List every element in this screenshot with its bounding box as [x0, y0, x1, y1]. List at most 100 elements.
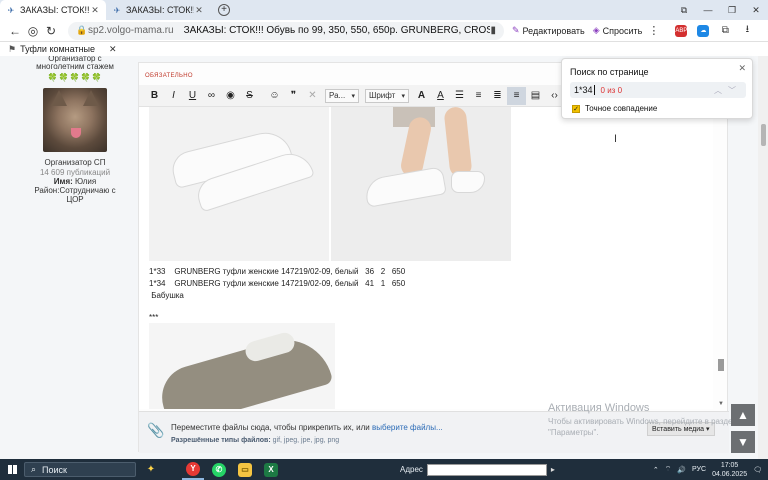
find-title: Поиск по странице [570, 67, 649, 77]
yandex-home-icon[interactable]: ◎ [24, 24, 42, 38]
adblock-extension-icon[interactable]: ABP [675, 24, 687, 37]
collections-icon[interactable]: ⧉ [719, 25, 731, 37]
notification-icon[interactable]: 🗨 [753, 466, 762, 474]
close-icon[interactable]: ✕ [738, 63, 746, 74]
clock[interactable]: 17:05 04.06.2025 [712, 461, 747, 479]
clear-format-icon[interactable]: ✕ [303, 87, 322, 105]
edit-label: Редактировать [522, 25, 585, 36]
tray-arrow-icon[interactable]: ⌃ [653, 466, 659, 474]
widgets-icon[interactable]: ✦ [140, 459, 162, 480]
editor-scrollbar[interactable]: ▲ ▼ [717, 107, 725, 409]
maximize-icon[interactable]: ❐ [720, 5, 744, 16]
separator-text: *** [149, 313, 159, 322]
scroll-to-bottom-button[interactable]: ▼ [731, 431, 755, 453]
eye-icon[interactable]: ◉ [221, 87, 240, 105]
windows-taskbar: ⌕ Поиск ✦ Y ✆ ▭ X Адрес ▸ ⌃ ⌔ 🔊 РУС 17:0… [0, 459, 768, 480]
smiley-icon[interactable]: ☺ [265, 87, 284, 105]
editor-scroll-thumb[interactable] [718, 359, 724, 371]
allowed-types: Разрешённые типы файлов: gif, jpeg, jpe,… [171, 437, 339, 444]
allowed-types-value: gif, jpeg, jpe, jpg, png [270, 437, 340, 444]
cloud-extension-icon[interactable]: ☁ [697, 24, 710, 37]
windows-activation-text: Чтобы активировать Windows, перейдите в … [548, 416, 737, 438]
go-icon[interactable]: ▸ [551, 465, 555, 474]
dropzone-message: Переместите файлы сюда, чтобы прикрепить… [171, 423, 443, 432]
find-input[interactable]: 1*34 0 из 0 ︿﹀ [570, 82, 746, 98]
insert-template-icon[interactable]: ▤ [526, 87, 545, 105]
url-field[interactable]: 🔒 sp2.volgo-mama.ru ЗАКАЗЫ: СТОК!!! Обув… [68, 21, 504, 40]
paperclip-icon: 📎 [147, 422, 165, 438]
editor-content[interactable]: 1*33 GRUNBERG туфли женские 147219/02-09… [139, 107, 713, 409]
match-case-option[interactable]: ✓ Точное совпадение [572, 104, 657, 113]
leg-shape [443, 107, 473, 178]
checkbox-checked-icon[interactable]: ✓ [572, 104, 580, 113]
text-caret [593, 85, 595, 95]
avatar[interactable] [43, 88, 107, 152]
italic-button[interactable]: I [164, 87, 183, 105]
close-tab-icon[interactable]: ✕ [90, 5, 100, 16]
tab-active[interactable]: ✈ ЗАКАЗЫ: СТОК!!! Обувь ✕ [0, 0, 106, 20]
bookmark-icon[interactable]: ▮ [490, 25, 496, 36]
font-select[interactable]: Шрифт ▾ [365, 88, 409, 103]
more-icon[interactable]: ⋮ [648, 24, 659, 37]
bookmark-close-icon[interactable]: ✕ [109, 44, 117, 55]
site-favicon-icon: ✈ [7, 5, 15, 15]
edit-button[interactable]: ✎ Редактировать [512, 25, 585, 36]
scroll-to-top-button[interactable]: ▲ [731, 404, 755, 426]
name-label: Имя: [53, 177, 73, 186]
excel-icon[interactable]: X [260, 459, 282, 480]
product-photo-worn [331, 107, 511, 261]
taskbar-address-input[interactable] [426, 463, 547, 476]
tab-inactive[interactable]: ✈ ЗАКАЗЫ: СТОК!!! Обувь ✕ [106, 0, 210, 20]
close-tab-icon[interactable]: ✕ [194, 5, 204, 16]
find-in-page-panel: Поиск по странице ✕ 1*34 0 из 0 ︿﹀ ✓ Точ… [561, 58, 753, 119]
new-tab-icon[interactable]: + [218, 4, 230, 16]
text-cursor-icon: Ⅰ [614, 134, 617, 145]
download-icon[interactable]: ⭳ [741, 24, 753, 37]
minimize-icon[interactable]: — [696, 5, 720, 16]
bg-color-icon[interactable]: A [431, 87, 450, 105]
user-district-row: Район:Сотрудничаю с ЦОР [26, 186, 124, 204]
network-icon[interactable]: ⌔ [665, 465, 672, 474]
link-icon[interactable]: ∞ [202, 87, 221, 105]
bullet-list-icon[interactable]: ☰ [450, 87, 469, 105]
bold-button[interactable]: B [145, 87, 164, 105]
strikethrough-button[interactable]: S [240, 87, 259, 105]
taskbar-search[interactable]: ⌕ Поиск [24, 462, 136, 477]
search-icon: ⌕ [31, 464, 37, 474]
clock-date: 04.06.2025 [712, 470, 748, 478]
text-color-icon[interactable]: A [412, 87, 431, 105]
underline-button[interactable]: U [183, 87, 202, 105]
scroll-down-icon[interactable]: ▼ [717, 401, 725, 407]
align-left-icon[interactable]: ≡ [507, 86, 526, 105]
size-select[interactable]: Ра... ▾ [325, 88, 359, 103]
yandex-browser-icon[interactable]: Y [182, 459, 204, 480]
district-label: Район: [34, 186, 60, 195]
back-icon[interactable]: ← [6, 24, 24, 38]
find-nav-arrows-icon[interactable]: ︿﹀ [714, 85, 742, 96]
activation-line3: "Параметры". [548, 428, 599, 437]
numbered-list-icon[interactable]: ≡ [469, 87, 488, 105]
page-scroll-thumb[interactable] [761, 124, 766, 146]
ask-label: Спросить [602, 25, 643, 36]
choose-files-link[interactable]: выберите файлы... [372, 423, 443, 432]
windows-start-icon[interactable] [0, 459, 24, 480]
lock-icon: 🔒 [76, 25, 88, 35]
ask-button[interactable]: ◈ Спросить [593, 25, 643, 36]
align-center-icon[interactable]: ≣ [488, 87, 507, 105]
tab-label: ЗАКАЗЫ: СТОК!!! Обувь [20, 5, 90, 15]
edit-icon: ✎ [512, 25, 520, 35]
whatsapp-icon[interactable]: ✆ [208, 459, 230, 480]
close-window-icon[interactable]: ✕ [744, 5, 768, 16]
find-count: 0 из 0 [600, 85, 623, 95]
size-select-value: Ра... [329, 91, 346, 100]
language-indicator[interactable]: РУС [692, 466, 706, 473]
bookmark-item[interactable]: Туфли комнатные [20, 44, 95, 54]
reload-icon[interactable]: ↻ [42, 24, 60, 38]
order-row: 1*33 GRUNBERG туфли женские 147219/02-09… [149, 267, 406, 276]
page-scrollbar[interactable] [758, 56, 768, 459]
file-explorer-icon[interactable]: ▭ [234, 459, 256, 480]
tab-list-icon[interactable]: ⧉ [672, 5, 696, 16]
quote-icon[interactable]: ❞ [284, 87, 303, 105]
volume-icon[interactable]: 🔊 [677, 466, 686, 474]
message-editor: ОБЯЗАТЕЛЬНО B I U ∞ ◉ S ☺ ❞ ✕ Ра... ▾ Шри… [138, 62, 729, 453]
